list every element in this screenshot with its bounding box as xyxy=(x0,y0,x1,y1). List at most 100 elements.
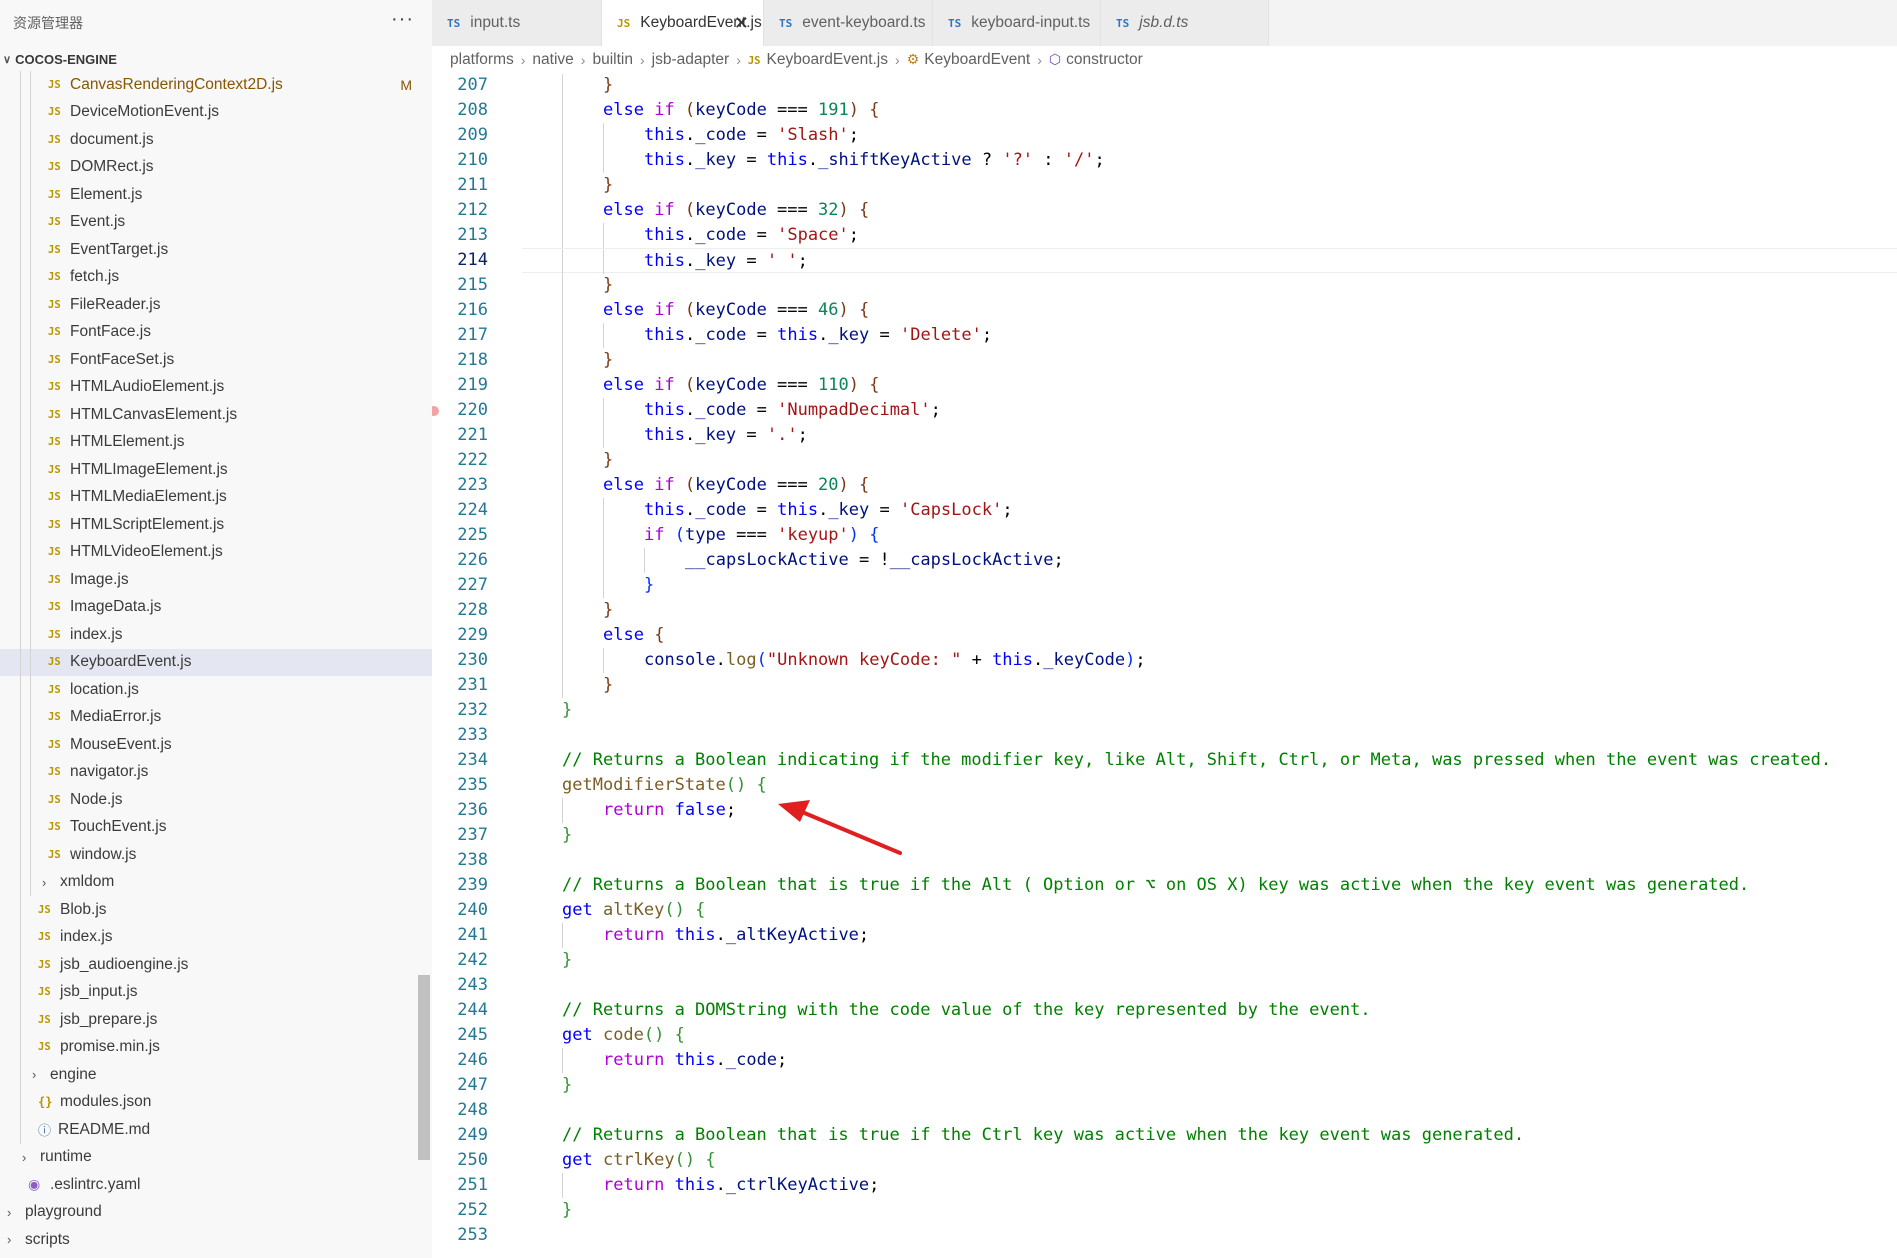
file-item[interactable]: JS MouseEvent.js xyxy=(0,731,432,759)
code-line[interactable]: 230 console.log("Unknown keyCode: " + thi… xyxy=(432,648,1897,673)
code-line[interactable]: 208 else if (keyCode === 191) { xyxy=(432,98,1897,123)
file-item[interactable]: JS Image.js xyxy=(0,566,432,594)
code-line[interactable]: 248 xyxy=(432,1098,1897,1123)
tab-keyboard-input-ts[interactable]: TS keyboard-input.ts xyxy=(933,0,1101,46)
breadcrumb-class[interactable]: ⚙ KeyboardEvent xyxy=(907,51,1031,69)
file-item[interactable]: JS HTMLAudioElement.js xyxy=(0,373,432,401)
file-item[interactable]: JS HTMLScriptElement.js xyxy=(0,511,432,539)
more-actions-icon[interactable]: ··· xyxy=(391,8,414,31)
code-line[interactable]: 219 else if (keyCode === 110) { xyxy=(432,373,1897,398)
code-line[interactable]: 220 this._code = 'NumpadDecimal'; xyxy=(432,398,1897,423)
file-item[interactable]: JS FontFace.js xyxy=(0,318,432,346)
code-line[interactable]: 244 // Returns a DOMString with the code … xyxy=(432,998,1897,1023)
breadcrumb-method[interactable]: ⬡ constructor xyxy=(1049,51,1143,69)
breadcrumb-file[interactable]: JS KeyboardEvent.js xyxy=(748,51,888,69)
code-line[interactable]: 240 get altKey() { xyxy=(432,898,1897,923)
code-line[interactable]: 218} xyxy=(432,348,1897,373)
file-item[interactable]: JS HTMLElement.js xyxy=(0,428,432,456)
folder-item[interactable]: › xmldom xyxy=(0,868,432,896)
file-item[interactable]: JS Element.js xyxy=(0,181,432,209)
code-line[interactable]: 211} xyxy=(432,173,1897,198)
file-item[interactable]: JS fetch.js xyxy=(0,263,432,291)
file-item[interactable]: JS FontFaceSet.js xyxy=(0,346,432,374)
breadcrumb-segment[interactable]: builtin xyxy=(592,51,633,69)
breadcrumb-segment[interactable]: platforms xyxy=(450,51,514,69)
breadcrumb-segment[interactable]: native xyxy=(532,51,573,69)
code-line[interactable]: 207} xyxy=(432,74,1897,98)
code-line[interactable]: 241 return this._altKeyActive; xyxy=(432,923,1897,948)
file-item[interactable]: JS HTMLVideoElement.js xyxy=(0,538,432,566)
tab-KeyboardEvent-js[interactable]: JS KeyboardEvent.js ✕ xyxy=(602,0,764,46)
breadcrumb-segment[interactable]: jsb-adapter xyxy=(652,51,730,69)
file-item[interactable]: JS FileReader.js xyxy=(0,291,432,319)
code-line[interactable]: 235 getModifierState() { xyxy=(432,773,1897,798)
code-line[interactable]: 216 else if (keyCode === 46) { xyxy=(432,298,1897,323)
file-item[interactable]: JS promise.min.js xyxy=(0,1033,432,1061)
code-line[interactable]: 233 xyxy=(432,723,1897,748)
code-line[interactable]: 250 get ctrlKey() { xyxy=(432,1148,1897,1173)
file-item[interactable]: {} modules.json xyxy=(0,1088,432,1116)
file-item[interactable]: JS jsb_input.js xyxy=(0,978,432,1006)
file-item[interactable]: JS DeviceMotionEvent.js xyxy=(0,98,432,126)
file-item[interactable]: JS TouchEvent.js xyxy=(0,813,432,841)
file-item[interactable]: JS HTMLImageElement.js xyxy=(0,456,432,484)
file-item[interactable]: JS navigator.js xyxy=(0,758,432,786)
code-line[interactable]: 238 xyxy=(432,848,1897,873)
code-line[interactable]: 234 // Returns a Boolean indicating if th… xyxy=(432,748,1897,773)
file-item[interactable]: JS ImageData.js xyxy=(0,593,432,621)
code-line[interactable]: 212 else if (keyCode === 32) { xyxy=(432,198,1897,223)
code-line[interactable]: 222} xyxy=(432,448,1897,473)
code-line[interactable]: 213 this._code = 'Space'; xyxy=(432,223,1897,248)
code-line[interactable]: 253 xyxy=(432,1223,1897,1248)
code-line[interactable]: 217 this._code = this._key = 'Delete'; xyxy=(432,323,1897,348)
file-item[interactable]: JS DOMRect.js xyxy=(0,153,432,181)
folder-item[interactable]: › scripts xyxy=(0,1226,432,1254)
tab-input-ts[interactable]: TS input.ts xyxy=(432,0,602,46)
file-item[interactable]: JS window.js xyxy=(0,841,432,869)
code-line[interactable]: 251 return this._ctrlKeyActive; xyxy=(432,1173,1897,1198)
code-line[interactable]: 210 this._key = this._shiftKeyActive ? '?… xyxy=(432,148,1897,173)
folder-item[interactable]: › playground xyxy=(0,1199,432,1227)
code-line[interactable]: 225 if (type === 'keyup') { xyxy=(432,523,1897,548)
code-line[interactable]: 242} xyxy=(432,948,1897,973)
code-line[interactable]: 236 return false; xyxy=(432,798,1897,823)
folder-item[interactable]: › engine xyxy=(0,1061,432,1089)
code-line[interactable]: 246 return this._code; xyxy=(432,1048,1897,1073)
code-line[interactable]: 221 this._key = '.'; xyxy=(432,423,1897,448)
tab-jsb-d-ts[interactable]: TS jsb.d.ts xyxy=(1101,0,1269,46)
code-line[interactable]: 228} xyxy=(432,598,1897,623)
file-item[interactable]: JS HTMLMediaElement.js xyxy=(0,483,432,511)
file-item[interactable]: JS CanvasRenderingContext2D.js M xyxy=(0,71,432,99)
code-line[interactable]: 249 // Returns a Boolean that is true if … xyxy=(432,1123,1897,1148)
code-line[interactable]: 239 // Returns a Boolean that is true if … xyxy=(432,873,1897,898)
close-icon[interactable]: ✕ xyxy=(734,13,749,34)
file-item[interactable]: JS Event.js xyxy=(0,208,432,236)
file-item[interactable]: JS jsb_audioengine.js xyxy=(0,951,432,979)
code-editor[interactable]: 207} 208 else if (keyCode === 191) {209 thi… xyxy=(432,74,1897,1258)
code-line[interactable]: 224 this._code = this._key = 'CapsLock'; xyxy=(432,498,1897,523)
file-item[interactable]: ◉ .eslintrc.yaml xyxy=(0,1171,432,1199)
file-item[interactable]: JS jsb_prepare.js xyxy=(0,1006,432,1034)
code-line[interactable]: 243 xyxy=(432,973,1897,998)
sidebar-scrollbar[interactable] xyxy=(418,975,430,1160)
code-line[interactable]: 227} xyxy=(432,573,1897,598)
code-line[interactable]: 209 this._code = 'Slash'; xyxy=(432,123,1897,148)
code-line[interactable]: 232} xyxy=(432,698,1897,723)
tab-event-keyboard-ts[interactable]: TS event-keyboard.ts xyxy=(764,0,933,46)
code-line[interactable]: 215} xyxy=(432,273,1897,298)
workspace-root[interactable]: ∨ COCOS-ENGINE xyxy=(0,48,432,70)
file-item[interactable]: JS EventTarget.js xyxy=(0,236,432,264)
file-item[interactable]: JS HTMLCanvasElement.js xyxy=(0,401,432,429)
file-item[interactable]: JS index.js xyxy=(0,923,432,951)
file-item[interactable]: JS KeyboardEvent.js xyxy=(0,648,432,676)
code-line[interactable]: 245 get code() { xyxy=(432,1023,1897,1048)
file-item[interactable]: JS Blob.js xyxy=(0,896,432,924)
file-item[interactable]: JS index.js xyxy=(0,621,432,649)
code-line[interactable]: 214 this._key = ' '; xyxy=(432,248,1897,274)
code-line[interactable]: 247} xyxy=(432,1073,1897,1098)
file-item[interactable]: JS MediaError.js xyxy=(0,703,432,731)
file-item[interactable]: ⓘ README.md xyxy=(0,1116,432,1144)
file-item[interactable]: JS document.js xyxy=(0,126,432,154)
code-line[interactable]: 229 else { xyxy=(432,623,1897,648)
folder-item[interactable]: › runtime xyxy=(0,1144,432,1172)
